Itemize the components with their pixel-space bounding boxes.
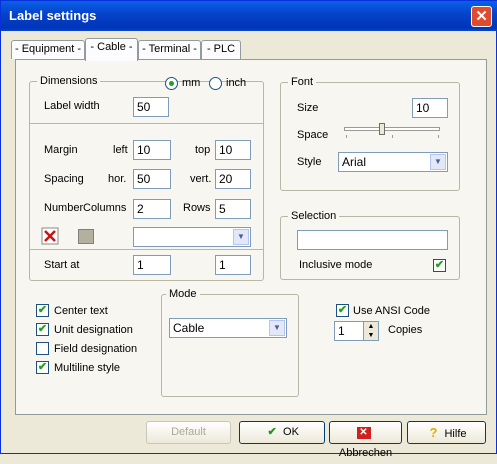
checkmark-icon: ✔ bbox=[267, 426, 277, 438]
spacing-vert-input[interactable] bbox=[215, 169, 251, 189]
delete-icon[interactable] bbox=[41, 227, 59, 245]
multiline-style-checkbox[interactable]: ✔ bbox=[36, 361, 49, 374]
font-style-combo[interactable]: Arial ▼ bbox=[338, 152, 448, 172]
ok-button[interactable]: ✔ OK bbox=[239, 421, 325, 444]
unit-designation-checkbox[interactable]: ✔ bbox=[36, 323, 49, 336]
tab-cable[interactable]: - Cable - bbox=[85, 38, 138, 61]
dialog-window: Label settings ✕ - Equipment - - Cable -… bbox=[0, 0, 497, 459]
use-ansi-label: Use ANSI Code bbox=[353, 305, 431, 317]
font-size-label: Size bbox=[297, 102, 319, 114]
chevron-down-icon[interactable]: ▼ bbox=[430, 154, 446, 170]
margin-top-label: top bbox=[195, 144, 211, 156]
divider bbox=[30, 123, 263, 124]
label-width-label: Label width bbox=[44, 100, 100, 112]
rows-label: Rows bbox=[183, 202, 211, 214]
field-designation-label: Field designation bbox=[54, 343, 138, 355]
mode-combo[interactable]: Cable ▼ bbox=[169, 318, 287, 338]
font-space-slider-thumb[interactable] bbox=[379, 123, 385, 135]
margin-top-input[interactable] bbox=[215, 140, 251, 160]
slider-tick bbox=[346, 135, 347, 138]
font-style-value: Arial bbox=[342, 155, 367, 169]
inclusive-mode-checkbox[interactable]: ✔ bbox=[433, 259, 446, 272]
spacing-hor-input[interactable] bbox=[133, 169, 171, 189]
dimensions-group-label: Dimensions bbox=[37, 75, 101, 87]
inclusive-mode-label: Inclusive mode bbox=[299, 259, 373, 271]
unit-inch-radio[interactable] bbox=[209, 77, 222, 90]
mode-value: Cable bbox=[173, 321, 205, 335]
start-at-input-2[interactable] bbox=[215, 255, 251, 275]
use-ansi-checkbox[interactable]: ✔ bbox=[336, 304, 349, 317]
title-bar[interactable]: Label settings ✕ bbox=[1, 1, 497, 31]
copies-spinner[interactable]: ▲ ▼ bbox=[363, 321, 379, 341]
cancel-label: Abbrechen bbox=[338, 447, 393, 459]
spacing-vert-label: vert. bbox=[190, 173, 212, 185]
help-label: Hilfe bbox=[444, 428, 467, 440]
unit-mm-label: mm bbox=[182, 77, 201, 89]
label-format-combo[interactable]: ▼ bbox=[133, 227, 251, 247]
number-label: Number bbox=[44, 202, 84, 214]
help-icon: ? bbox=[429, 425, 438, 440]
selection-group-label: Selection bbox=[288, 210, 340, 222]
tab-plc[interactable]: - PLC bbox=[201, 40, 241, 59]
default-button[interactable]: Default bbox=[146, 421, 231, 444]
mode-group-label: Mode bbox=[166, 288, 200, 300]
selection-input[interactable] bbox=[297, 230, 448, 250]
margin-left-input[interactable] bbox=[133, 140, 171, 160]
slider-tick bbox=[392, 135, 393, 138]
color-swatch-icon[interactable] bbox=[78, 229, 94, 244]
mode-group bbox=[161, 294, 299, 397]
copies-input[interactable] bbox=[334, 321, 364, 341]
font-size-input[interactable] bbox=[412, 98, 448, 118]
rows-input[interactable] bbox=[215, 199, 251, 219]
cancel-x-icon: ✕ bbox=[356, 427, 371, 439]
unit-mm-radio[interactable] bbox=[165, 77, 178, 90]
tab-equipment[interactable]: - Equipment - bbox=[11, 40, 85, 59]
start-at-input-1[interactable] bbox=[133, 255, 171, 275]
slider-tick bbox=[438, 135, 439, 138]
columns-label: Columns bbox=[83, 202, 127, 214]
start-at-label: Start at bbox=[44, 259, 80, 271]
multiline-style-label: Multiline style bbox=[54, 362, 121, 374]
tab-terminal[interactable]: - Terminal - bbox=[138, 40, 201, 59]
spacing-hor-label: hor. bbox=[108, 173, 127, 185]
divider bbox=[30, 249, 263, 250]
help-button[interactable]: ? Hilfe bbox=[407, 421, 486, 444]
copies-label: Copies bbox=[388, 324, 423, 336]
margin-left-label: left bbox=[113, 144, 128, 156]
spacing-label: Spacing bbox=[44, 173, 84, 185]
label-width-input[interactable] bbox=[133, 97, 169, 117]
cancel-button[interactable]: ✕ Abbrechen bbox=[329, 421, 402, 459]
window-title: Label settings bbox=[9, 8, 97, 23]
font-space-label: Space bbox=[297, 129, 329, 141]
chevron-down-icon[interactable]: ▼ bbox=[233, 229, 249, 245]
margin-label: Margin bbox=[44, 144, 78, 156]
columns-input[interactable] bbox=[133, 199, 171, 219]
ok-label: OK bbox=[283, 426, 299, 438]
font-style-label: Style bbox=[297, 156, 322, 168]
unit-designation-label: Unit designation bbox=[54, 324, 133, 336]
center-text-label: Center text bbox=[54, 305, 108, 317]
unit-inch-label: inch bbox=[226, 77, 247, 89]
chevron-down-icon[interactable]: ▼ bbox=[269, 320, 285, 336]
center-text-checkbox[interactable]: ✔ bbox=[36, 304, 49, 317]
field-designation-checkbox[interactable]: ✔ bbox=[36, 342, 49, 355]
font-group-label: Font bbox=[288, 76, 317, 88]
close-button[interactable]: ✕ bbox=[471, 6, 492, 27]
font-space-slider[interactable] bbox=[344, 127, 440, 131]
